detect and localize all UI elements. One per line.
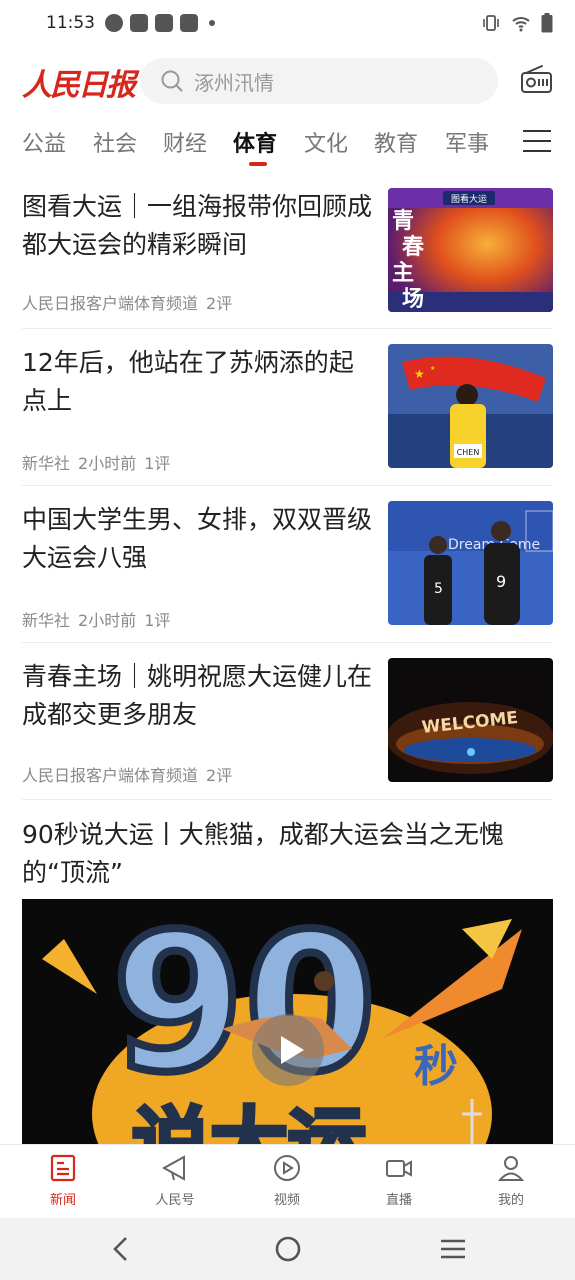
nav-label: 视频	[273, 1193, 300, 1208]
list-item[interactable]: 图看大运｜一组海报带你回顾成都大运会的精彩瞬间 人民日报客户端体育频道 2评 图看…	[22, 188, 553, 314]
battery-icon	[541, 13, 553, 33]
svg-text:场: 场	[402, 286, 424, 312]
article-source: 新华社	[22, 454, 71, 473]
radio-icon[interactable]	[520, 64, 553, 94]
news-icon	[50, 1154, 76, 1182]
svg-text:★: ★	[414, 367, 425, 381]
bag-icon	[155, 14, 173, 32]
tab-sports[interactable]: 体育	[233, 126, 277, 158]
article-title[interactable]: 青春主场｜姚明祝愿大运健儿在成都交更多朋友	[22, 658, 374, 734]
nav-label: 新闻	[49, 1193, 76, 1208]
article-time: 2小时前	[78, 454, 137, 473]
megaphone-icon	[161, 1155, 185, 1181]
svg-text:青: 青	[392, 208, 414, 234]
article-comments: 1评	[144, 611, 171, 630]
bib-text: CHEN	[457, 448, 480, 457]
article-source: 人民日报客户端体育频道	[22, 766, 199, 785]
video-article-title[interactable]: 90秒说大运丨大熊猫，成都大运会当之无愧的“顶流”	[22, 816, 553, 892]
list-item[interactable]: 12年后，他站在了苏炳添的起点上 新华社 2小时前 1评 ★ ★ CHEN	[22, 344, 553, 473]
sprinter-flag-image: ★ ★ CHEN	[388, 344, 553, 468]
home-icon[interactable]	[273, 1234, 303, 1264]
play-button[interactable]	[252, 1014, 324, 1086]
divider	[22, 642, 553, 643]
wifi-icon	[512, 17, 530, 32]
search-placeholder: 涿州汛情	[194, 70, 274, 95]
article-meta: 人民日报客户端体育频道 2评	[22, 762, 240, 786]
article-meta: 人民日报客户端体育频道 2评	[22, 290, 240, 314]
list-item[interactable]: 中国大学生男、女排，双双晋级大运会八强 新华社 2小时前 1评 Dream Come…	[22, 501, 553, 630]
nav-live[interactable]: 直播	[359, 1153, 439, 1208]
article-thumbnail[interactable]: 图看大运 青 春 主 场	[388, 188, 553, 312]
svg-text:★: ★	[430, 365, 435, 372]
article-source: 新华社	[22, 611, 71, 630]
more-notifications-dot-icon	[209, 20, 215, 26]
article-comments: 2评	[206, 766, 233, 785]
article-title[interactable]: 图看大运｜一组海报带你回顾成都大运会的精彩瞬间	[22, 188, 374, 264]
system-navigation-bar	[0, 1218, 575, 1280]
bottom-navigation: 新闻 人民号 视频 直播 我的	[0, 1144, 575, 1218]
category-tabs: 公益 社会 财经 体育 文化 教育 军事	[0, 120, 575, 172]
tab-culture[interactable]: 文化	[304, 126, 348, 158]
status-bar: 11:53	[0, 0, 575, 46]
cover-suffix: 秒	[414, 1041, 458, 1092]
people-daily-logo[interactable]: 人民日报	[22, 60, 136, 104]
video-play-icon	[274, 1155, 300, 1181]
tab-society[interactable]: 社会	[93, 126, 137, 158]
nav-me[interactable]: 我的	[471, 1153, 551, 1208]
svg-text:5: 5	[434, 581, 443, 597]
status-time: 11:53	[46, 13, 95, 33]
article-title[interactable]: 12年后，他站在了苏炳添的起点上	[22, 344, 374, 420]
nav-news[interactable]: 新闻	[23, 1153, 103, 1208]
volleyball-players-image: Dream Come 5 9	[388, 501, 553, 625]
article-thumbnail[interactable]: Dream Come 5 9	[388, 501, 553, 625]
back-icon[interactable]	[106, 1234, 136, 1264]
nav-video[interactable]: 视频	[247, 1153, 327, 1208]
cover-bottom-text: 说大运	[132, 1100, 366, 1144]
stadium-welcome-image: WELCOME	[388, 658, 553, 782]
nav-label: 直播	[385, 1193, 412, 1208]
list-item[interactable]: 青春主场｜姚明祝愿大运健儿在成都交更多朋友 人民日报客户端体育频道 2评 WELC…	[22, 658, 553, 785]
play-icon	[281, 1036, 304, 1064]
article-title[interactable]: 中国大学生男、女排，双双晋级大运会八强	[22, 501, 374, 577]
bag-icon	[130, 14, 148, 32]
article-meta: 新华社 2小时前 1评	[22, 450, 178, 474]
divider	[22, 328, 553, 329]
article-source: 人民日报客户端体育频道	[22, 294, 199, 313]
divider	[22, 799, 553, 800]
app-header: 人民日报 涿州汛情	[0, 54, 575, 106]
article-comments: 1评	[144, 454, 171, 473]
live-camera-icon	[386, 1160, 412, 1177]
tab-public-welfare[interactable]: 公益	[22, 126, 66, 158]
article-thumbnail[interactable]: WELCOME	[388, 658, 553, 782]
bag-icon	[180, 14, 198, 32]
poster-banner-text: 图看大运	[451, 193, 487, 205]
nav-people-account[interactable]: 人民号	[135, 1153, 215, 1208]
recent-apps-icon[interactable]	[438, 1234, 468, 1264]
poster-image: 图看大运 青 春 主 场	[388, 188, 553, 312]
svg-text:9: 9	[496, 572, 506, 591]
channel-menu-icon[interactable]	[523, 130, 551, 152]
vibrate-icon	[483, 15, 499, 31]
active-tab-indicator	[249, 162, 267, 166]
article-meta: 新华社 2小时前 1评	[22, 607, 178, 631]
tab-finance[interactable]: 财经	[163, 126, 207, 158]
profile-icon	[497, 1156, 525, 1181]
app-notification-icon	[105, 14, 123, 32]
cover-number: 90	[112, 899, 376, 1114]
nav-label: 我的	[497, 1193, 524, 1208]
article-comments: 2评	[206, 294, 233, 313]
search-bar[interactable]: 涿州汛情	[140, 58, 498, 104]
nav-label: 人民号	[155, 1193, 195, 1208]
tab-military[interactable]: 军事	[445, 126, 489, 158]
divider	[22, 485, 553, 486]
search-icon	[161, 70, 183, 92]
article-thumbnail[interactable]: ★ ★ CHEN	[388, 344, 553, 468]
article-time: 2小时前	[78, 611, 137, 630]
tab-education[interactable]: 教育	[374, 126, 418, 158]
svg-text:主: 主	[392, 260, 414, 286]
svg-text:春: 春	[402, 234, 424, 260]
